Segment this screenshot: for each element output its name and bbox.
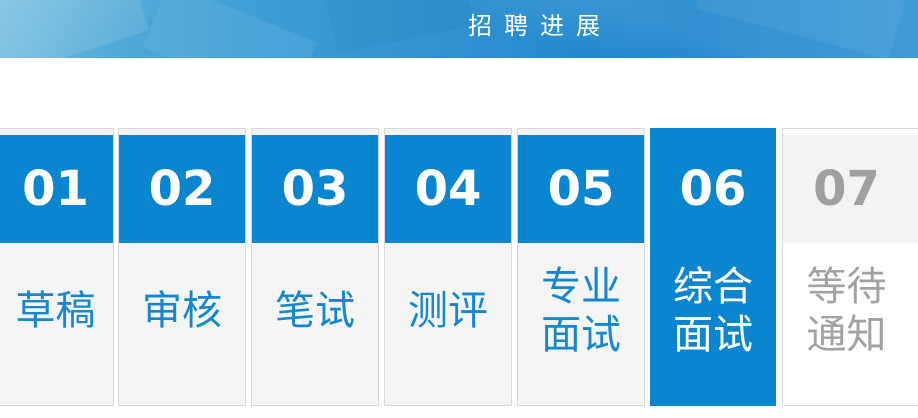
step-card-professional-interview[interactable]: 05 专业 面试 <box>517 128 645 406</box>
step-label-line: 通知 <box>806 312 887 358</box>
step-number: 07 <box>783 135 918 243</box>
step-label: 专业 面试 <box>518 263 644 359</box>
step-card-review[interactable]: 02 审核 <box>118 128 246 406</box>
step-number: 03 <box>252 135 378 243</box>
step-label: 审核 <box>119 287 245 335</box>
step-card-assessment[interactable]: 04 测评 <box>384 128 512 406</box>
step-label: 等待 通知 <box>783 263 918 359</box>
step-label-line: 等待 <box>806 264 887 310</box>
step-number: 04 <box>385 135 511 243</box>
step-label: 笔试 <box>252 287 378 335</box>
step-number: 05 <box>518 135 644 243</box>
step-card-awaiting-notice[interactable]: 07 等待 通知 <box>782 128 918 406</box>
recruitment-progress-steps: 01 草稿 02 审核 03 笔试 04 测评 05 专业 面试 06 综合 面… <box>0 0 918 418</box>
step-label-line: 综合 <box>673 264 753 310</box>
step-label-line: 审核 <box>142 288 222 334</box>
step-label: 综合 面试 <box>651 263 775 359</box>
step-label-line: 面试 <box>673 312 753 358</box>
step-card-written-test[interactable]: 03 笔试 <box>251 128 379 406</box>
step-label: 测评 <box>385 287 511 335</box>
step-label-line: 草稿 <box>15 288 96 334</box>
step-label-line: 面试 <box>541 312 621 358</box>
step-number: 06 <box>651 135 775 243</box>
step-number: 02 <box>119 135 245 243</box>
step-label-line: 测评 <box>408 288 488 334</box>
step-label: 草稿 <box>0 287 113 335</box>
step-label-line: 笔试 <box>275 288 355 334</box>
step-number: 01 <box>0 135 113 243</box>
step-card-comprehensive-interview[interactable]: 06 综合 面试 <box>650 128 776 406</box>
step-card-draft[interactable]: 01 草稿 <box>0 128 114 406</box>
step-label-line: 专业 <box>541 264 621 310</box>
